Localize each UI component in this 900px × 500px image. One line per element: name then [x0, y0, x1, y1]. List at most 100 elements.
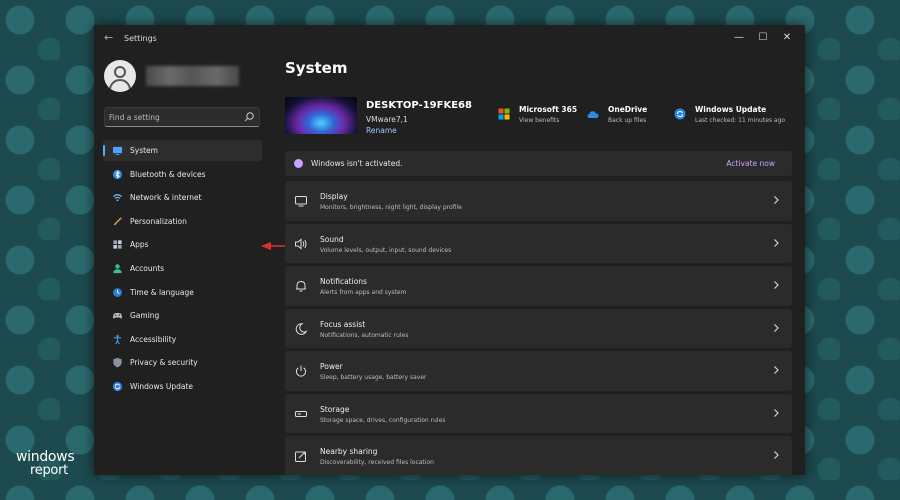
- sidebar-item-windows-update[interactable]: Windows Update: [103, 376, 262, 397]
- settings-row-subtitle: Sleep, battery usage, battery saver: [320, 374, 427, 381]
- settings-row-power[interactable]: Power Sleep, battery usage, battery save…: [285, 351, 792, 391]
- shield-icon: [113, 358, 122, 368]
- windows-report-watermark: windows report: [16, 450, 88, 477]
- device-wallpaper-thumbnail: [285, 97, 357, 134]
- sidebar-item-label: Personalization: [130, 216, 187, 226]
- gamepad-icon: [112, 313, 123, 319]
- sidebar-item-gaming[interactable]: Gaming: [103, 305, 262, 326]
- settings-row-title: Sound: [320, 234, 344, 244]
- cloud-icon: [587, 111, 599, 118]
- person-icon: [114, 66, 126, 78]
- brush-icon: [113, 217, 122, 225]
- settings-window: ← Settings — ☐ ✕ System Bluetooth & devi…: [94, 25, 805, 475]
- search-box[interactable]: [104, 107, 260, 127]
- power-icon: [295, 365, 307, 377]
- settings-row-subtitle: Discoverability, received files location: [320, 459, 434, 466]
- minimize-icon[interactable]: —: [727, 29, 751, 47]
- chevron-right-icon: [774, 451, 779, 459]
- settings-row-title: Power: [320, 362, 343, 371]
- window-title: Settings: [124, 34, 157, 43]
- sidebar-item-apps[interactable]: Apps: [103, 234, 262, 255]
- settings-row-sound[interactable]: Sound Volume levels, output, input, soun…: [285, 223, 792, 263]
- settings-row-notifications[interactable]: Notifications Alerts from apps and syste…: [285, 266, 792, 306]
- quick-link-title: OneDrive: [608, 105, 648, 114]
- quick-link-title: Microsoft 365: [519, 105, 578, 114]
- bluetooth-icon: [112, 169, 123, 179]
- search-input[interactable]: [109, 111, 239, 124]
- settings-row-subtitle: Monitors, brightness, night light, displ…: [320, 204, 462, 211]
- settings-row-subtitle: Storage space, drives, configuration rul…: [320, 416, 446, 424]
- device-name: DESKTOP-19FKE68: [366, 100, 472, 111]
- speaker-icon: [295, 237, 307, 250]
- username-redacted: [146, 66, 239, 86]
- display-icon: [295, 196, 307, 207]
- settings-row-subtitle: Alerts from apps and system: [320, 289, 407, 296]
- apps-icon: [113, 240, 122, 249]
- settings-row-nearby-sharing[interactable]: Nearby sharing Discoverability, received…: [285, 436, 792, 475]
- monitor-icon: [112, 146, 123, 156]
- wifi-icon: [113, 194, 122, 202]
- settings-row-title: Notifications: [320, 277, 367, 286]
- sidebar-item-label: Apps: [130, 240, 149, 250]
- watermark-line-1: windows: [16, 449, 75, 465]
- sidebar-item-label: Windows Update: [130, 381, 194, 391]
- activate-now-button[interactable]: Activate now: [726, 159, 775, 168]
- settings-list: Display Monitors, brightness, night ligh…: [285, 181, 792, 475]
- storage-icon: [295, 410, 307, 417]
- sidebar-item-label: Accounts: [130, 263, 165, 273]
- settings-row-title: Storage: [320, 404, 350, 414]
- settings-row-display[interactable]: Display Monitors, brightness, night ligh…: [285, 181, 792, 221]
- quick-link-title: Windows Update: [695, 105, 767, 114]
- sidebar-item-accessibility[interactable]: Accessibility: [103, 329, 262, 350]
- sidebar-item-label: Network & internet: [130, 193, 202, 203]
- sidebar-item-label: Bluetooth & devices: [130, 169, 206, 179]
- moon-icon: [295, 322, 308, 335]
- info-icon: [294, 159, 303, 168]
- accessibility-icon: [113, 334, 122, 345]
- chevron-right-icon: [774, 323, 779, 332]
- settings-row-title: Focus assist: [320, 319, 366, 329]
- sidebar-item-bluetooth[interactable]: Bluetooth & devices: [103, 164, 262, 185]
- settings-row-focus-assist[interactable]: Focus assist Notifications, automatic ru…: [285, 308, 792, 348]
- sidebar-item-network[interactable]: Network & internet: [103, 187, 262, 208]
- globe-clock-icon: [113, 287, 122, 297]
- settings-row-storage[interactable]: Storage Storage space, drives, configura…: [285, 393, 792, 433]
- person-icon-body: [109, 79, 131, 92]
- bell-icon: [296, 280, 306, 292]
- update-icon: [674, 108, 686, 120]
- sidebar-item-label: Privacy & security: [130, 358, 198, 368]
- settings-row-title: Nearby sharing: [320, 447, 378, 456]
- maximize-icon[interactable]: ☐: [751, 29, 775, 47]
- rename-link[interactable]: Rename: [366, 126, 397, 135]
- sidebar-item-label: Accessibility: [130, 334, 177, 344]
- sidebar-item-label: Gaming: [130, 311, 160, 321]
- sidebar-item-label: System: [130, 146, 158, 155]
- settings-row-subtitle: Volume levels, output, input, sound devi…: [320, 246, 452, 254]
- avatar[interactable]: [104, 60, 136, 92]
- activation-message: Windows isn't activated.: [311, 159, 403, 168]
- sidebar-item-personalization[interactable]: Personalization: [103, 211, 262, 232]
- update-icon: [112, 381, 123, 392]
- chevron-right-icon: [774, 408, 779, 417]
- sidebar-item-label: Time & language: [130, 287, 194, 297]
- activation-banner: Windows isn't activated. Activate now: [285, 151, 792, 176]
- device-model: VMware7,1: [366, 115, 408, 124]
- sidebar-item-privacy-security[interactable]: Privacy & security: [103, 352, 262, 373]
- window-controls: — ☐ ✕: [727, 29, 799, 47]
- sidebar-item-system[interactable]: System: [103, 140, 262, 161]
- page-title: System: [285, 59, 348, 77]
- back-arrow-icon[interactable]: ←: [104, 31, 113, 44]
- microsoft-logo-icon: [498, 108, 510, 120]
- chevron-right-icon: [774, 196, 779, 204]
- settings-row-subtitle: Notifications, automatic rules: [320, 331, 409, 339]
- settings-row-title: Display: [320, 192, 348, 201]
- quick-link-subtitle: Last checked: 11 minutes ago: [695, 117, 786, 124]
- title-bar: ← Settings — ☐ ✕: [94, 25, 805, 53]
- search-icon[interactable]: [243, 111, 255, 123]
- close-icon[interactable]: ✕: [775, 29, 799, 47]
- quick-link-subtitle: Back up files: [608, 117, 647, 124]
- quick-link-subtitle: View benefits: [519, 117, 560, 124]
- sidebar-item-accounts[interactable]: Accounts: [103, 258, 262, 279]
- sidebar-item-time-language[interactable]: Time & language: [103, 282, 262, 303]
- chevron-right-icon: [774, 281, 779, 289]
